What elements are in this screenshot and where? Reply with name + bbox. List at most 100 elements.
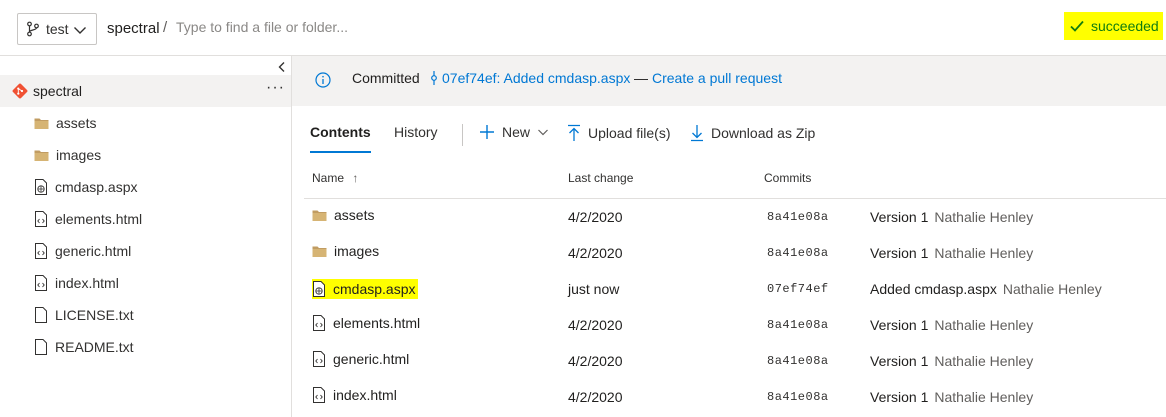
- collapse-pane-icon[interactable]: [275, 60, 289, 74]
- row-name-cell: images: [312, 243, 379, 259]
- column-header-name[interactable]: Name ↑: [312, 171, 358, 185]
- tree-item-label: LICENSE.txt: [55, 307, 134, 323]
- row-name-cell: generic.html: [312, 351, 409, 367]
- column-header-commits[interactable]: Commits: [764, 171, 811, 185]
- tree-item-generic[interactable]: generic.html: [34, 239, 131, 263]
- row-last-change: 4/2/2020: [568, 317, 623, 333]
- tab-contents[interactable]: Contents: [310, 124, 371, 140]
- download-icon: [691, 125, 703, 142]
- row-author: Nathalie Henley: [1002, 281, 1102, 297]
- table-row[interactable]: generic.html 4/2/2020 8a41e08a Version 1…: [304, 342, 1166, 378]
- folder-icon: [312, 246, 327, 257]
- row-name[interactable]: generic.html: [333, 351, 409, 367]
- download-zip-label: Download as Zip: [711, 125, 816, 141]
- row-last-change: 4/2/2020: [568, 389, 623, 405]
- row-author: Nathalie Henley: [934, 317, 1034, 333]
- tree-item-index[interactable]: index.html: [34, 271, 119, 295]
- code-file-icon: [313, 351, 325, 367]
- file-tree-pane: spectral ··· assets images cmdasp.aspx e…: [0, 56, 292, 417]
- row-commit-message: Version 1 Nathalie Henley: [870, 209, 1033, 225]
- upload-files-button[interactable]: Upload file(s): [567, 124, 670, 142]
- row-commit-message-text: Added cmdasp.aspx: [870, 281, 997, 297]
- chevron-down-icon: [74, 27, 86, 34]
- more-options-button[interactable]: ···: [266, 79, 285, 97]
- commit-link[interactable]: 07ef74ef: Added cmdasp.aspx: [429, 70, 630, 86]
- download-zip-button[interactable]: Download as Zip: [690, 124, 815, 142]
- commit-icon: [431, 71, 437, 85]
- path-search-input[interactable]: [176, 13, 696, 41]
- row-commit-message-text: Version 1: [870, 353, 929, 369]
- row-author: Nathalie Henley: [934, 245, 1034, 261]
- row-author: Nathalie Henley: [934, 353, 1034, 369]
- tree-item-label: images: [56, 147, 102, 163]
- row-name[interactable]: cmdasp.aspx: [333, 281, 415, 297]
- row-name[interactable]: images: [334, 243, 379, 259]
- file-icon: [35, 307, 47, 323]
- row-name[interactable]: index.html: [333, 387, 397, 403]
- tree-item-cmdasp[interactable]: cmdasp.aspx: [34, 175, 137, 199]
- commit-link-text: 07ef74ef: Added cmdasp.aspx: [442, 70, 631, 86]
- web-file-icon: [313, 281, 325, 297]
- table-row[interactable]: images 4/2/2020 8a41e08a Version 1 Nathal…: [304, 234, 1166, 270]
- row-name-cell: cmdasp.aspx: [312, 279, 419, 299]
- create-pull-request-link[interactable]: Create a pull request: [652, 70, 782, 86]
- row-commit-message: Version 1 Nathalie Henley: [870, 353, 1033, 369]
- tree-item-license[interactable]: LICENSE.txt: [34, 303, 134, 327]
- row-name[interactable]: assets: [334, 207, 374, 223]
- tree-item-label: generic.html: [55, 243, 132, 259]
- row-name[interactable]: elements.html: [333, 315, 420, 331]
- tree-item-elements[interactable]: elements.html: [34, 207, 142, 231]
- table-row[interactable]: elements.html 4/2/2020 8a41e08a Version …: [304, 306, 1166, 342]
- tree-repo-root[interactable]: spectral ···: [0, 75, 291, 107]
- new-button[interactable]: New: [479, 124, 549, 140]
- row-commit-hash[interactable]: 07ef74ef: [767, 282, 829, 296]
- row-commit-message-text: Version 1: [870, 209, 929, 225]
- build-status-badge[interactable]: succeeded: [1064, 12, 1163, 40]
- file-icon: [35, 339, 47, 355]
- row-name-cell: elements.html: [312, 315, 420, 331]
- code-file-icon: [35, 243, 47, 259]
- folder-icon: [312, 210, 327, 221]
- row-commit-hash[interactable]: 8a41e08a: [767, 210, 829, 224]
- tree-item-label: README.txt: [55, 339, 134, 355]
- column-header-name-label: Name: [312, 171, 345, 185]
- info-icon: [315, 72, 331, 88]
- code-file-icon: [313, 387, 325, 403]
- tree-item-assets[interactable]: assets: [34, 111, 96, 135]
- build-status-text: succeeded: [1091, 18, 1159, 34]
- top-bar: test spectral / succeeded: [0, 0, 1166, 56]
- tree-repo-label: spectral: [33, 83, 83, 99]
- row-commit-hash[interactable]: 8a41e08a: [767, 390, 829, 404]
- banner-dash: —: [634, 70, 648, 86]
- table-row[interactable]: cmdasp.aspx just now 07ef74ef Added cmda…: [304, 270, 1166, 306]
- plus-icon: [480, 125, 494, 139]
- row-commit-hash[interactable]: 8a41e08a: [767, 318, 829, 332]
- git-repo-icon: [12, 83, 28, 99]
- folder-icon: [34, 150, 49, 161]
- row-name-cell: assets: [312, 207, 374, 223]
- tree-item-label: cmdasp.aspx: [55, 179, 138, 195]
- row-commit-hash[interactable]: 8a41e08a: [767, 354, 829, 368]
- checkmark-icon: [1070, 20, 1084, 32]
- tree-item-images[interactable]: images: [34, 143, 101, 167]
- banner-prefix: Committed: [352, 70, 420, 86]
- row-commit-hash[interactable]: 8a41e08a: [767, 246, 829, 260]
- sort-ascending-icon: ↑: [352, 171, 359, 185]
- tree-item-label: assets: [56, 115, 97, 131]
- tree-item-readme[interactable]: README.txt: [34, 335, 134, 359]
- folder-icon: [34, 118, 49, 129]
- tab-history[interactable]: History: [394, 124, 438, 140]
- new-button-label: New: [502, 124, 531, 140]
- row-last-change: 4/2/2020: [568, 209, 623, 225]
- active-tab-indicator: [310, 151, 371, 153]
- branch-selector[interactable]: test: [17, 13, 97, 45]
- commit-banner: Committed 07ef74ef: Added cmdasp.aspx — …: [292, 56, 1166, 106]
- web-file-icon: [35, 179, 47, 195]
- content-pane: Committed 07ef74ef: Added cmdasp.aspx — …: [292, 56, 1166, 417]
- row-commit-message: Version 1 Nathalie Henley: [870, 317, 1033, 333]
- table-row[interactable]: assets 4/2/2020 8a41e08a Version 1 Nathal…: [304, 198, 1166, 234]
- path-root[interactable]: spectral: [107, 20, 160, 37]
- toolbar-divider: [462, 124, 463, 146]
- table-row[interactable]: index.html 4/2/2020 8a41e08a Version 1 Na…: [304, 378, 1166, 414]
- column-header-last-change[interactable]: Last change: [568, 171, 633, 185]
